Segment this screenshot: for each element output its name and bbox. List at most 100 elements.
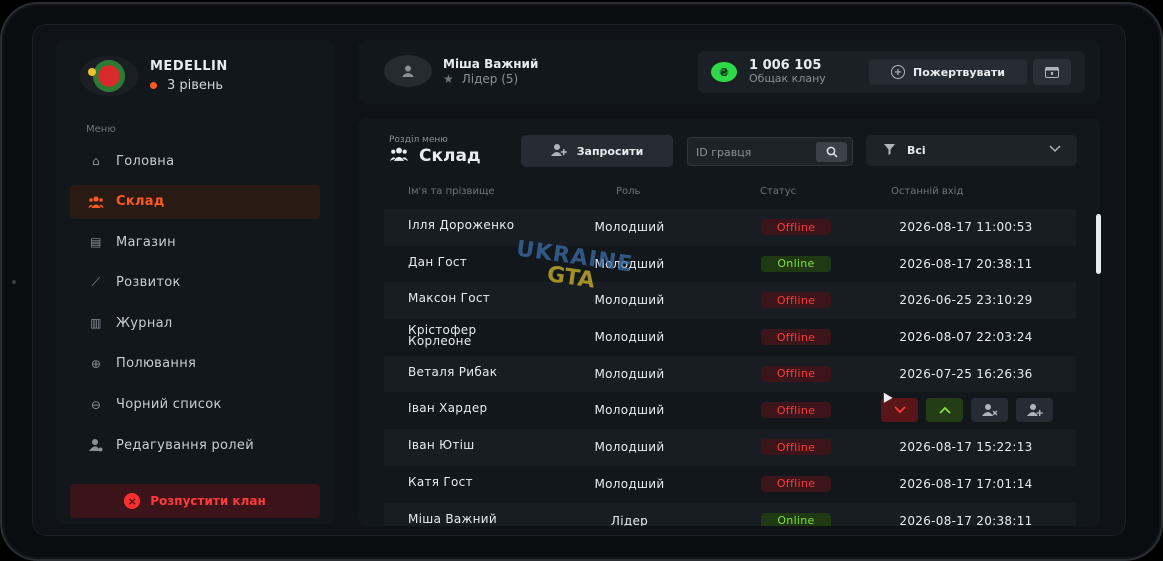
invite-button[interactable]: Запросити bbox=[521, 135, 673, 167]
block-icon: ⊖ bbox=[90, 397, 102, 412]
donate-label: Пожертвувати bbox=[912, 65, 1006, 79]
page-title-text: Склад bbox=[419, 146, 481, 166]
search-button[interactable] bbox=[816, 142, 847, 162]
disband-clan-label: Розпустити клан bbox=[150, 494, 266, 508]
page-title: Склад bbox=[389, 146, 481, 166]
demote-button[interactable] bbox=[881, 398, 918, 423]
donate-button[interactable]: + Пожертвувати bbox=[869, 59, 1027, 85]
last-login: 2026-07-25 16:26:36 bbox=[899, 366, 1033, 381]
sidebar-item-home[interactable]: ⌂ Головна bbox=[70, 144, 320, 178]
user-role-text: Лідер (5) bbox=[461, 72, 519, 86]
member-role: Молодший bbox=[594, 440, 665, 455]
add-user-icon bbox=[550, 143, 567, 160]
status-badge: Offline bbox=[761, 402, 831, 419]
remove-user-icon bbox=[981, 404, 997, 417]
close-icon: × bbox=[124, 493, 141, 509]
status-badge: Online bbox=[761, 512, 831, 526]
star-icon: ★ bbox=[443, 72, 454, 86]
last-login: 2026-08-17 11:00:53 bbox=[899, 220, 1033, 234]
sidebar-menu: ⌂ Головна Склад ▤ Магазин ⟋ Розвиток ▥ Ж… bbox=[70, 144, 320, 469]
search-input[interactable] bbox=[696, 143, 811, 161]
table-row[interactable]: Міша Важний Лідер Online 2026-08-17 20:3… bbox=[384, 502, 1076, 527]
member-name: Крістофер Корлеоне bbox=[408, 323, 477, 349]
sidebar-item-label: Редагування ролей bbox=[116, 437, 254, 453]
disband-clan-button[interactable]: × Розпустити клан bbox=[70, 484, 320, 518]
table-row[interactable]: Катя Гост Молодший Offline 2026-08-17 17… bbox=[384, 466, 1076, 503]
last-login: 2026-08-17 20:38:11 bbox=[899, 256, 1033, 271]
member-role: Лідер bbox=[610, 513, 649, 527]
clan-level: 3 рівень bbox=[150, 78, 228, 93]
member-table: Ілля Дороженко Молодший Offline 2026-08-… bbox=[384, 209, 1076, 526]
table-row[interactable]: Максон Гост Молодший Offline 2026-06-25 … bbox=[384, 282, 1076, 320]
home-icon: ⌂ bbox=[92, 154, 100, 168]
table-row[interactable]: Веталя Рибак Молодший Offline 2026-07-25… bbox=[384, 355, 1076, 393]
member-actions bbox=[881, 398, 1053, 423]
menu-label: Меню bbox=[86, 124, 116, 135]
sidebar-item-blacklist[interactable]: ⊖ Чорний список bbox=[70, 388, 320, 422]
transfer-leader-button[interactable] bbox=[1016, 398, 1053, 423]
chart-icon: ⟋ bbox=[91, 275, 101, 290]
book-icon: ▥ bbox=[90, 316, 102, 331]
table-row[interactable]: Іван Ютіш Молодший Offline 2026-08-17 15… bbox=[384, 429, 1076, 466]
sidebar-item-hunting[interactable]: ⊕ Полювання bbox=[70, 347, 320, 381]
sidebar-item-label: Полювання bbox=[116, 356, 197, 372]
treasury-balance: 1 006 105 bbox=[749, 58, 822, 73]
sidebar-item-label: Розвиток bbox=[116, 275, 181, 291]
sidebar-item-development[interactable]: ⟋ Розвиток bbox=[70, 266, 320, 300]
col-header-name: Ім'я та прізвище bbox=[408, 186, 495, 197]
status-badge: Offline bbox=[761, 219, 831, 235]
promote-button[interactable] bbox=[926, 398, 963, 423]
member-role: Молодший bbox=[594, 220, 665, 234]
member-name: Дан Гост bbox=[408, 254, 468, 269]
top-bar: Міша Важний ★ Лідер (5) ₴ 1 006 105 Обща… bbox=[358, 40, 1100, 104]
roster-panel: Розділ меню Склад Запросити Всі Ім'я та … bbox=[358, 118, 1100, 526]
target-icon: ⊕ bbox=[90, 356, 102, 371]
status-badge: Offline bbox=[761, 292, 831, 309]
last-login: 2026-08-17 20:38:11 bbox=[899, 513, 1033, 527]
member-role: Молодший bbox=[594, 366, 665, 381]
status-badge: Online bbox=[761, 255, 831, 272]
clan-level-text: 3 рівень bbox=[167, 78, 224, 93]
wallet-icon bbox=[1045, 67, 1059, 78]
sidebar-item-shop[interactable]: ▤ Магазин bbox=[70, 225, 320, 259]
table-row[interactable]: Дан Гост Молодший Online 2026-08-17 20:3… bbox=[384, 246, 1076, 283]
sidebar-item-label: Головна bbox=[116, 153, 175, 169]
col-header-role: Роль bbox=[616, 186, 641, 197]
sidebar-item-journal[interactable]: ▥ Журнал bbox=[70, 306, 320, 340]
sidebar-item-role-editor[interactable]: Редагування ролей bbox=[70, 428, 320, 462]
clan-header: MEDELLIN 3 рівень bbox=[80, 56, 228, 96]
level-dot-icon bbox=[150, 82, 157, 89]
withdraw-button[interactable] bbox=[1033, 59, 1071, 85]
table-row[interactable]: Іван Хардер Молодший Offline bbox=[384, 392, 1076, 429]
player-search bbox=[687, 137, 853, 166]
sidebar-item-label: Магазин bbox=[116, 234, 176, 250]
scrollbar-handle[interactable] bbox=[1096, 214, 1101, 274]
users-icon bbox=[389, 146, 409, 166]
status-badge: Offline bbox=[761, 365, 831, 382]
search-icon bbox=[826, 146, 838, 158]
avatar bbox=[384, 55, 432, 87]
kick-member-button[interactable] bbox=[971, 398, 1008, 423]
plus-icon: + bbox=[890, 65, 905, 79]
section-label: Розділ меню bbox=[389, 135, 448, 145]
sidebar-item-label: Журнал bbox=[116, 315, 173, 331]
treasury-label: Общак клану bbox=[749, 72, 826, 85]
user-icon bbox=[402, 65, 414, 77]
col-header-last-login: Останній вхід bbox=[891, 186, 964, 197]
user-cog-icon bbox=[88, 438, 104, 452]
status-badge: Offline bbox=[761, 439, 831, 456]
user-name: Міша Важний bbox=[443, 57, 539, 71]
member-name: Іван Ютіш bbox=[408, 438, 475, 453]
table-row[interactable]: Крістофер Корлеоне Молодший Offline 2026… bbox=[384, 319, 1076, 356]
invite-label: Запросити bbox=[576, 144, 644, 158]
sidebar-item-roster[interactable]: Склад bbox=[70, 184, 320, 219]
member-role: Молодший bbox=[594, 476, 665, 491]
last-login: 2026-08-17 17:01:14 bbox=[899, 476, 1033, 491]
status-filter-select[interactable]: Всі bbox=[866, 135, 1077, 166]
member-name: Веталя Рибак bbox=[408, 364, 498, 379]
last-login: 2026-08-17 15:22:13 bbox=[899, 440, 1033, 455]
member-name: Максон Гост bbox=[408, 291, 491, 306]
member-role: Молодший bbox=[594, 293, 665, 308]
table-row[interactable]: Ілля Дороженко Молодший Offline 2026-08-… bbox=[384, 209, 1076, 246]
last-login: 2026-08-07 22:03:24 bbox=[899, 330, 1033, 345]
